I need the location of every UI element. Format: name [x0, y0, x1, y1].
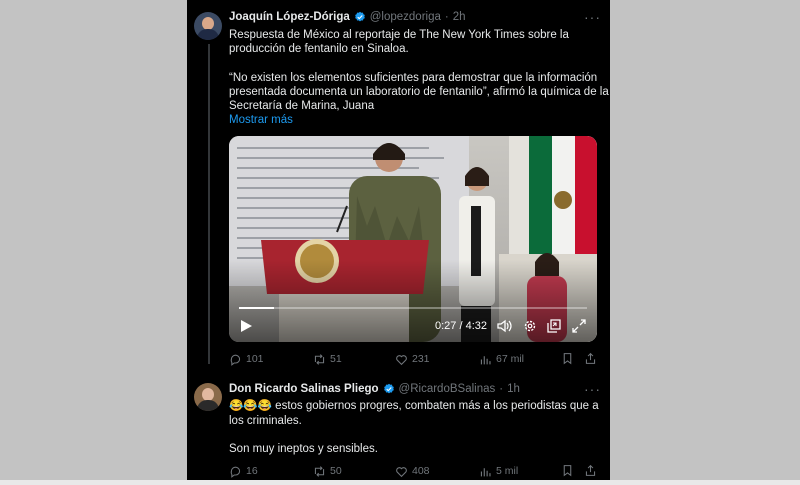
repost-count: 51	[330, 353, 342, 365]
repost-icon	[314, 465, 325, 477]
repost-action[interactable]: 50	[313, 465, 342, 478]
tweet-header: Joaquín López-Dóriga @lopezdoriga · 2h	[229, 11, 466, 23]
post-time[interactable]: 2h	[453, 11, 466, 23]
avatar[interactable]	[194, 12, 222, 40]
tweet-text-line: presentada documenta un laboratorio de f…	[229, 86, 609, 98]
author-handle[interactable]: @RicardoBSalinas	[399, 383, 496, 395]
views-action[interactable]: 67 mil	[479, 353, 524, 366]
bottom-strip	[0, 480, 800, 485]
picture-in-picture-icon[interactable]	[547, 319, 561, 333]
volume-icon[interactable]	[497, 319, 512, 333]
thread-connector-line	[208, 44, 210, 364]
more-options-icon[interactable]: ···	[584, 381, 601, 397]
reply-count: 16	[246, 465, 258, 477]
tweet-header: Don Ricardo Salinas Pliego @RicardoBSali…	[229, 383, 520, 395]
views-chart-icon	[480, 355, 491, 364]
reply-action[interactable]: 101	[229, 353, 264, 366]
post-time[interactable]: 1h	[507, 383, 520, 395]
show-more-link[interactable]: Mostrar más	[229, 114, 293, 126]
like-count: 231	[412, 353, 430, 365]
more-options-icon[interactable]: ···	[584, 9, 601, 25]
separator-dot: ·	[444, 11, 449, 23]
avatar[interactable]	[194, 383, 222, 411]
emoji-laughing: 😂😂😂	[229, 400, 272, 412]
tweet-text-line: producción de fentanilo en Sinaloa.	[229, 43, 409, 55]
tweet-text-line: “No existen los elementos suficientes pa…	[229, 72, 598, 84]
tweet-text-span: estos gobiernos progres, combaten más a …	[275, 400, 599, 412]
tweet-text-line: Son muy ineptos y sensibles.	[229, 443, 378, 455]
verified-badge-icon	[354, 11, 365, 22]
tweet-text-line: Respuesta de México al reportaje de The …	[229, 29, 569, 41]
repost-action[interactable]: 51	[313, 353, 342, 366]
tweet-action-bar: 16 50 408 5 mil	[229, 464, 597, 478]
tweet-text-line: los criminales.	[229, 415, 302, 427]
video-time-separator: /	[459, 320, 463, 332]
heart-icon	[396, 354, 407, 365]
tweet-text-line: 😂😂😂 estos gobiernos progres, combaten má…	[229, 399, 599, 414]
video-current-time: 0:27	[435, 320, 457, 332]
repost-icon	[314, 353, 325, 365]
screenshot-stage: Joaquín López-Dóriga @lopezdoriga · 2h ·…	[0, 0, 800, 485]
tweet-text-line: Secretaría de Marina, Juana	[229, 100, 375, 112]
view-count: 5 mil	[496, 465, 519, 477]
avatar-shoulders	[197, 29, 219, 40]
author-name[interactable]: Joaquín López-Dóriga	[229, 11, 350, 23]
bookmark-icon[interactable]	[561, 464, 574, 477]
video-duration: 4:32	[465, 320, 488, 332]
bookmark-icon[interactable]	[561, 352, 574, 365]
video-player[interactable]: 0:27 / 4:32	[229, 136, 597, 342]
separator-dot: ·	[499, 383, 504, 395]
like-action[interactable]: 408	[395, 465, 430, 478]
views-chart-icon	[480, 467, 491, 476]
view-count: 67 mil	[496, 353, 525, 365]
video-frame-image	[229, 136, 597, 342]
verified-badge-icon	[383, 383, 394, 394]
reply-action[interactable]: 16	[229, 465, 258, 478]
share-icon[interactable]	[584, 464, 597, 477]
tweet-action-bar: 101 51 231 67 mil	[229, 352, 597, 366]
like-action[interactable]: 231	[395, 353, 430, 366]
repost-count: 50	[330, 465, 342, 477]
settings-gear-icon[interactable]	[523, 319, 537, 333]
reply-icon	[230, 354, 241, 366]
reply-count: 101	[246, 353, 264, 365]
video-progress-fill	[239, 307, 274, 309]
author-handle[interactable]: @lopezdoriga	[370, 11, 441, 23]
video-time: 0:27 / 4:32	[435, 320, 487, 332]
play-icon[interactable]	[239, 319, 253, 333]
reply-icon	[230, 466, 241, 478]
fullscreen-icon[interactable]	[572, 319, 586, 333]
video-progress-track[interactable]	[239, 307, 587, 309]
like-count: 408	[412, 465, 430, 477]
author-name[interactable]: Don Ricardo Salinas Pliego	[229, 383, 379, 395]
views-action[interactable]: 5 mil	[479, 465, 518, 478]
share-icon[interactable]	[584, 352, 597, 365]
heart-icon	[396, 466, 407, 477]
avatar-shoulders	[197, 400, 219, 411]
